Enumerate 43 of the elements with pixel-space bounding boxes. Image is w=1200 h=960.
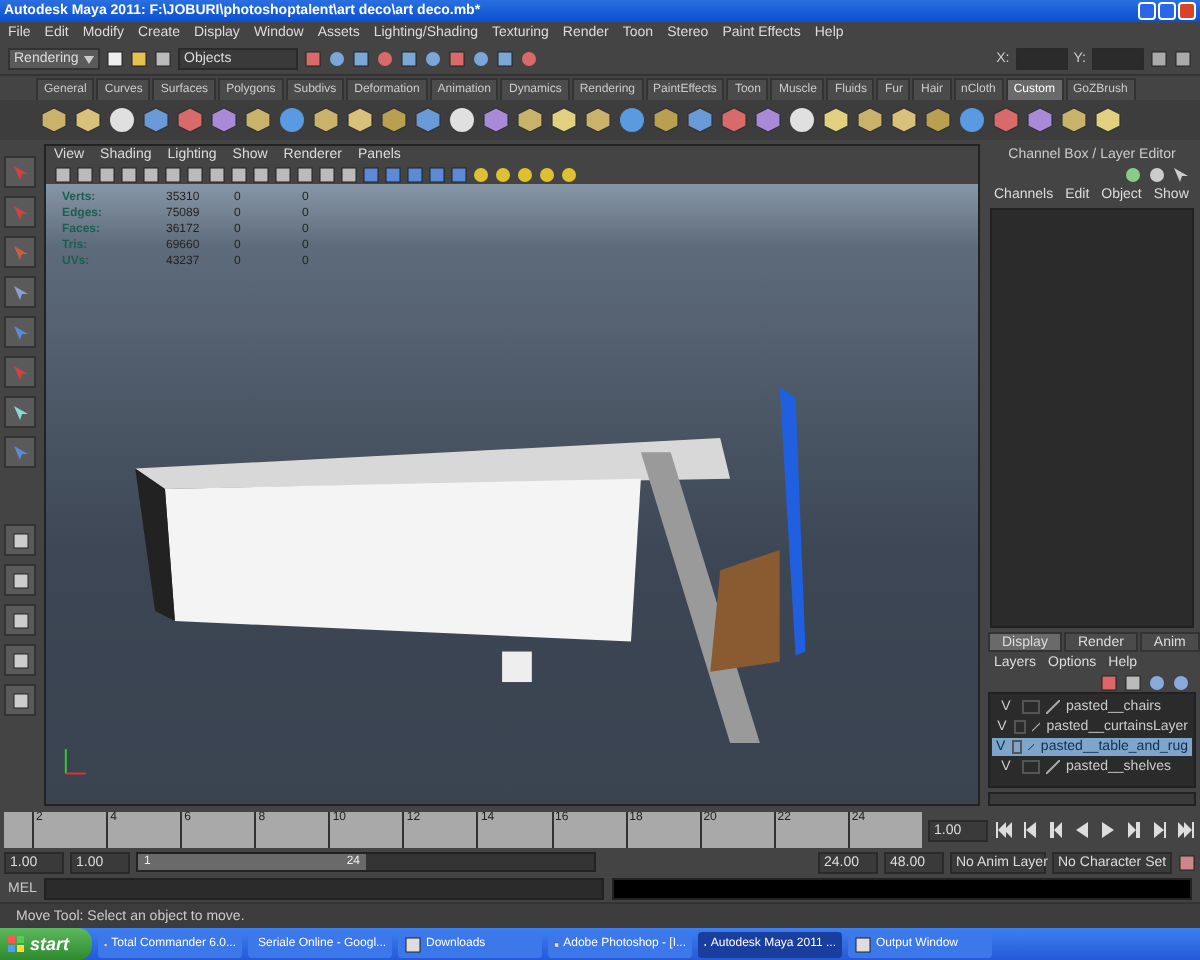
axis-icon — [64, 749, 86, 775]
play-back-icon[interactable] — [1072, 820, 1092, 840]
windows-logo-icon — [8, 936, 24, 952]
command-input[interactable] — [44, 877, 604, 899]
x-field[interactable] — [1015, 48, 1068, 70]
layout-button[interactable] — [4, 564, 36, 596]
sphere-icon[interactable] — [108, 106, 136, 134]
layout-button[interactable] — [4, 524, 36, 556]
layout-button[interactable] — [4, 604, 36, 636]
arrow-icon — [11, 443, 29, 461]
sphere-icon[interactable] — [618, 106, 646, 134]
step-forward-icon[interactable] — [1150, 820, 1170, 840]
sphere-icon[interactable] — [278, 106, 306, 134]
play-icon[interactable] — [1098, 820, 1118, 840]
tool-button[interactable] — [4, 236, 36, 268]
skip-end-icon[interactable] — [1176, 820, 1196, 840]
tool-button[interactable] — [4, 316, 36, 348]
close-button[interactable] — [1178, 2, 1196, 20]
sphere-icon[interactable] — [958, 106, 986, 134]
tool-icon[interactable] — [1178, 853, 1196, 871]
key-forward-icon[interactable] — [1124, 820, 1144, 840]
tool-button[interactable] — [4, 276, 36, 308]
arrow-icon — [11, 403, 29, 421]
arrow-icon — [11, 243, 29, 261]
arrow-icon — [11, 283, 29, 301]
layout-button[interactable] — [4, 644, 36, 676]
maximize-button[interactable] — [1158, 2, 1176, 20]
y-field[interactable] — [1092, 48, 1144, 70]
tool-button[interactable] — [4, 436, 36, 468]
layout-button[interactable] — [4, 684, 36, 716]
minimize-button[interactable] — [1138, 2, 1156, 20]
scrollbar[interactable] — [988, 792, 1196, 806]
sphere-icon[interactable] — [788, 106, 816, 134]
step-back-icon[interactable] — [1020, 820, 1040, 840]
sphere-icon[interactable] — [448, 106, 476, 134]
key-back-icon[interactable] — [1046, 820, 1066, 840]
arrow-icon — [11, 203, 29, 221]
arrow-icon — [11, 163, 29, 181]
tool-button[interactable] — [4, 396, 36, 428]
arrow-icon — [11, 323, 29, 341]
caret-icon — [84, 55, 94, 63]
arrow-icon — [11, 363, 29, 381]
skip-start-icon[interactable] — [994, 820, 1014, 840]
